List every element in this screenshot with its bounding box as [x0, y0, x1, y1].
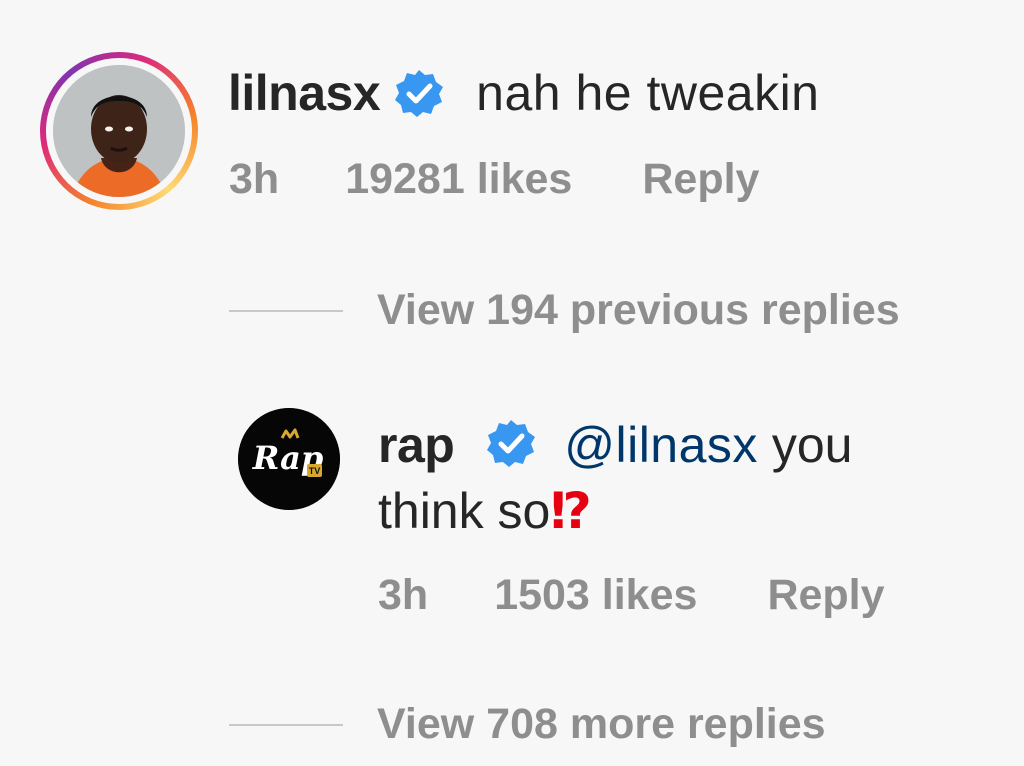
comment-likes-link[interactable]: 19281 likes: [345, 155, 572, 204]
lilnasx-avatar[interactable]: [53, 65, 185, 197]
view-previous-replies-label: View 194 previous replies: [377, 286, 900, 334]
mention-link[interactable]: @lilnasx: [564, 417, 758, 473]
view-more-replies-label: View 708 more replies: [377, 700, 826, 748]
reply-thread-divider: [229, 723, 343, 726]
top-comment-meta: 3h 19281 likes Reply: [229, 155, 759, 204]
reply-likes-link[interactable]: 1503 likes: [494, 571, 697, 620]
svg-text:TV: TV: [309, 466, 321, 476]
top-comment-header: lilnasx nah he tweakin: [228, 58, 820, 128]
verified-badge-icon: [395, 70, 444, 117]
reply-meta: 3h 1503 likes Reply: [378, 571, 885, 620]
comment-text: nah he tweakin: [476, 65, 820, 121]
instagram-comment-thread: lilnasx nah he tweakin 3h 19281 likes Re…: [0, 0, 1024, 766]
rap-avatar[interactable]: Rap TV: [238, 408, 340, 510]
reply-reply-button[interactable]: Reply: [767, 571, 884, 620]
comment-username[interactable]: lilnasx: [228, 68, 381, 118]
reply-comment-body: rap @lilnasx you think so⁉: [378, 412, 938, 544]
rap-logo-icon: Rap TV: [238, 408, 340, 510]
avatar-ring-gap: [46, 58, 192, 204]
comment-timestamp: 3h: [229, 155, 280, 203]
reply-timestamp: 3h: [378, 571, 429, 619]
view-more-replies-button[interactable]: View 708 more replies: [229, 700, 826, 749]
reply-thread-divider: [229, 309, 343, 312]
person-avatar-icon: [53, 65, 185, 197]
lilnasx-avatar-story-ring[interactable]: [40, 52, 198, 210]
verified-badge-icon: [487, 420, 536, 467]
comment-reply-button[interactable]: Reply: [642, 155, 759, 204]
exclamation-question-icon: ⁉: [550, 483, 591, 539]
view-previous-replies-button[interactable]: View 194 previous replies: [229, 286, 900, 335]
reply-username[interactable]: rap: [378, 417, 455, 473]
